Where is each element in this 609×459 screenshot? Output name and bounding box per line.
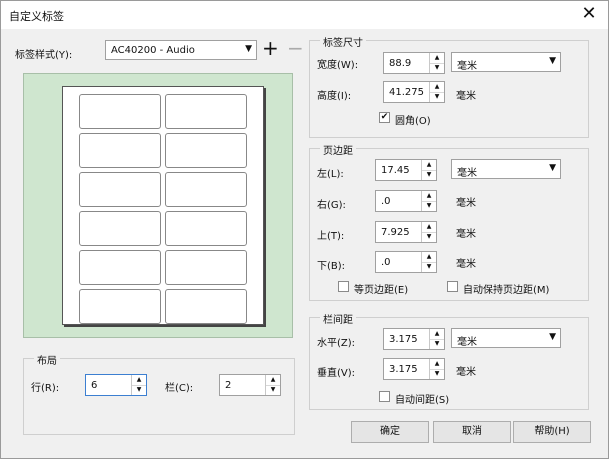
preview-label-cell bbox=[165, 250, 247, 285]
rows-down-icon[interactable]: ▼ bbox=[132, 385, 146, 395]
horizontal-down-icon[interactable]: ▼ bbox=[430, 339, 444, 349]
preview-label-cell bbox=[79, 211, 161, 246]
preview-label-cell bbox=[79, 289, 161, 324]
bottom-margin-stepper[interactable]: .0 ▲ ▼ bbox=[375, 251, 437, 273]
cols-stepper[interactable]: 2 ▲ ▼ bbox=[219, 374, 281, 396]
margin-unit-value: 毫米 bbox=[457, 168, 477, 179]
preview-label-cell bbox=[79, 94, 161, 129]
right-margin-unit: 毫米 bbox=[456, 198, 476, 209]
size-unit-value: 毫米 bbox=[457, 61, 477, 72]
margin-unit-select[interactable]: 毫米 ▼ bbox=[451, 159, 561, 179]
rows-label: 行(R): bbox=[31, 383, 60, 394]
top-margin-value: 7.925 bbox=[381, 227, 410, 238]
preview-label-cell bbox=[165, 289, 247, 324]
dialog-title: 自定义标签 bbox=[9, 10, 64, 23]
cols-label: 栏(C): bbox=[165, 383, 194, 394]
rounded-corners-checkbox[interactable]: ✔ bbox=[379, 112, 390, 123]
auto-margins-checkbox[interactable] bbox=[447, 281, 458, 292]
left-margin-label: 左(L): bbox=[317, 169, 344, 180]
auto-spacing-label: 自动间距(S) bbox=[395, 395, 450, 406]
preview-sheet bbox=[62, 86, 264, 325]
label-style-value: AC40200 - Audio bbox=[111, 45, 195, 56]
chevron-down-icon: ▼ bbox=[549, 56, 556, 66]
left-down-icon[interactable]: ▼ bbox=[422, 170, 436, 180]
margins-title: 页边距 bbox=[320, 142, 356, 157]
help-button[interactable]: 帮助(H) bbox=[513, 421, 591, 443]
vertical-down-icon[interactable]: ▼ bbox=[430, 369, 444, 379]
label-size-title: 标签尺寸 bbox=[320, 34, 366, 49]
ok-button[interactable]: 确定 bbox=[351, 421, 429, 443]
preview-label-cell bbox=[165, 172, 247, 207]
auto-margins-label: 自动保持页边距(M) bbox=[463, 285, 550, 296]
right-margin-value: .0 bbox=[381, 196, 391, 207]
custom-label-dialog: 自定义标签 ✕ 标签样式(Y): AC40200 - Audio ▼ + − 布… bbox=[0, 0, 609, 459]
preview-label-cell bbox=[79, 250, 161, 285]
preview-label-cell bbox=[165, 94, 247, 129]
vertical-gutter-unit: 毫米 bbox=[456, 367, 476, 378]
height-label: 高度(I): bbox=[317, 91, 352, 102]
bottom-margin-value: .0 bbox=[381, 257, 391, 268]
width-down-icon[interactable]: ▼ bbox=[430, 63, 444, 73]
bottom-margin-label: 下(B): bbox=[317, 261, 346, 272]
size-unit-select[interactable]: 毫米 ▼ bbox=[451, 52, 561, 72]
rows-stepper[interactable]: 6 ▲ ▼ bbox=[85, 374, 147, 396]
label-style-select[interactable]: AC40200 - Audio ▼ bbox=[105, 40, 257, 60]
width-label: 宽度(W): bbox=[317, 60, 359, 71]
left-margin-stepper[interactable]: 17.45 ▲ ▼ bbox=[375, 159, 437, 181]
horizontal-gutter-value: 3.175 bbox=[389, 334, 418, 345]
top-down-icon[interactable]: ▼ bbox=[422, 232, 436, 242]
plus-icon[interactable]: + bbox=[262, 38, 279, 58]
top-margin-stepper[interactable]: 7.925 ▲ ▼ bbox=[375, 221, 437, 243]
rows-value: 6 bbox=[91, 380, 98, 391]
top-margin-unit: 毫米 bbox=[456, 229, 476, 240]
equal-margins-checkbox[interactable] bbox=[338, 281, 349, 292]
gutter-unit-value: 毫米 bbox=[457, 337, 477, 348]
horizontal-gutter-label: 水平(Z): bbox=[317, 338, 356, 349]
equal-margins-label: 等页边距(E) bbox=[354, 285, 409, 296]
vertical-gutter-stepper[interactable]: 3.175 ▲ ▼ bbox=[383, 358, 445, 380]
bottom-down-icon[interactable]: ▼ bbox=[422, 262, 436, 272]
width-stepper[interactable]: 88.9 ▲ ▼ bbox=[383, 52, 445, 74]
cols-down-icon[interactable]: ▼ bbox=[266, 385, 280, 395]
close-icon[interactable]: ✕ bbox=[578, 3, 600, 25]
right-down-icon[interactable]: ▼ bbox=[422, 201, 436, 211]
minus-icon[interactable]: − bbox=[287, 38, 304, 58]
preview-label-cell bbox=[165, 211, 247, 246]
vertical-gutter-label: 垂直(V): bbox=[317, 368, 356, 379]
right-margin-label: 右(G): bbox=[317, 200, 346, 211]
cancel-button[interactable]: 取消 bbox=[433, 421, 511, 443]
label-preview bbox=[23, 73, 293, 338]
height-unit: 毫米 bbox=[456, 91, 476, 102]
title-bar: 自定义标签 ✕ bbox=[1, 1, 608, 29]
chevron-down-icon: ▼ bbox=[549, 332, 556, 342]
chevron-down-icon: ▼ bbox=[245, 44, 252, 54]
gutter-unit-select[interactable]: 毫米 ▼ bbox=[451, 328, 561, 348]
auto-spacing-checkbox[interactable] bbox=[379, 391, 390, 402]
layout-group: 布局 bbox=[23, 352, 295, 435]
vertical-gutter-value: 3.175 bbox=[389, 364, 418, 375]
width-value: 88.9 bbox=[389, 58, 412, 69]
chevron-down-icon: ▼ bbox=[549, 163, 556, 173]
height-down-icon[interactable]: ▼ bbox=[430, 92, 444, 102]
preview-label-cell bbox=[79, 133, 161, 168]
label-style-label: 标签样式(Y): bbox=[15, 50, 73, 61]
layout-group-title: 布局 bbox=[34, 352, 60, 367]
right-margin-stepper[interactable]: .0 ▲ ▼ bbox=[375, 190, 437, 212]
horizontal-gutter-stepper[interactable]: 3.175 ▲ ▼ bbox=[383, 328, 445, 350]
cols-value: 2 bbox=[225, 380, 232, 391]
preview-label-cell bbox=[79, 172, 161, 207]
gutter-title: 栏间距 bbox=[320, 311, 356, 326]
height-stepper[interactable]: 41.275 ▲ ▼ bbox=[383, 81, 445, 103]
rounded-corners-label: 圆角(O) bbox=[395, 116, 431, 127]
height-value: 41.275 bbox=[389, 87, 424, 98]
preview-label-cell bbox=[165, 133, 247, 168]
bottom-margin-unit: 毫米 bbox=[456, 259, 476, 270]
top-margin-label: 上(T): bbox=[317, 231, 345, 242]
left-margin-value: 17.45 bbox=[381, 165, 410, 176]
